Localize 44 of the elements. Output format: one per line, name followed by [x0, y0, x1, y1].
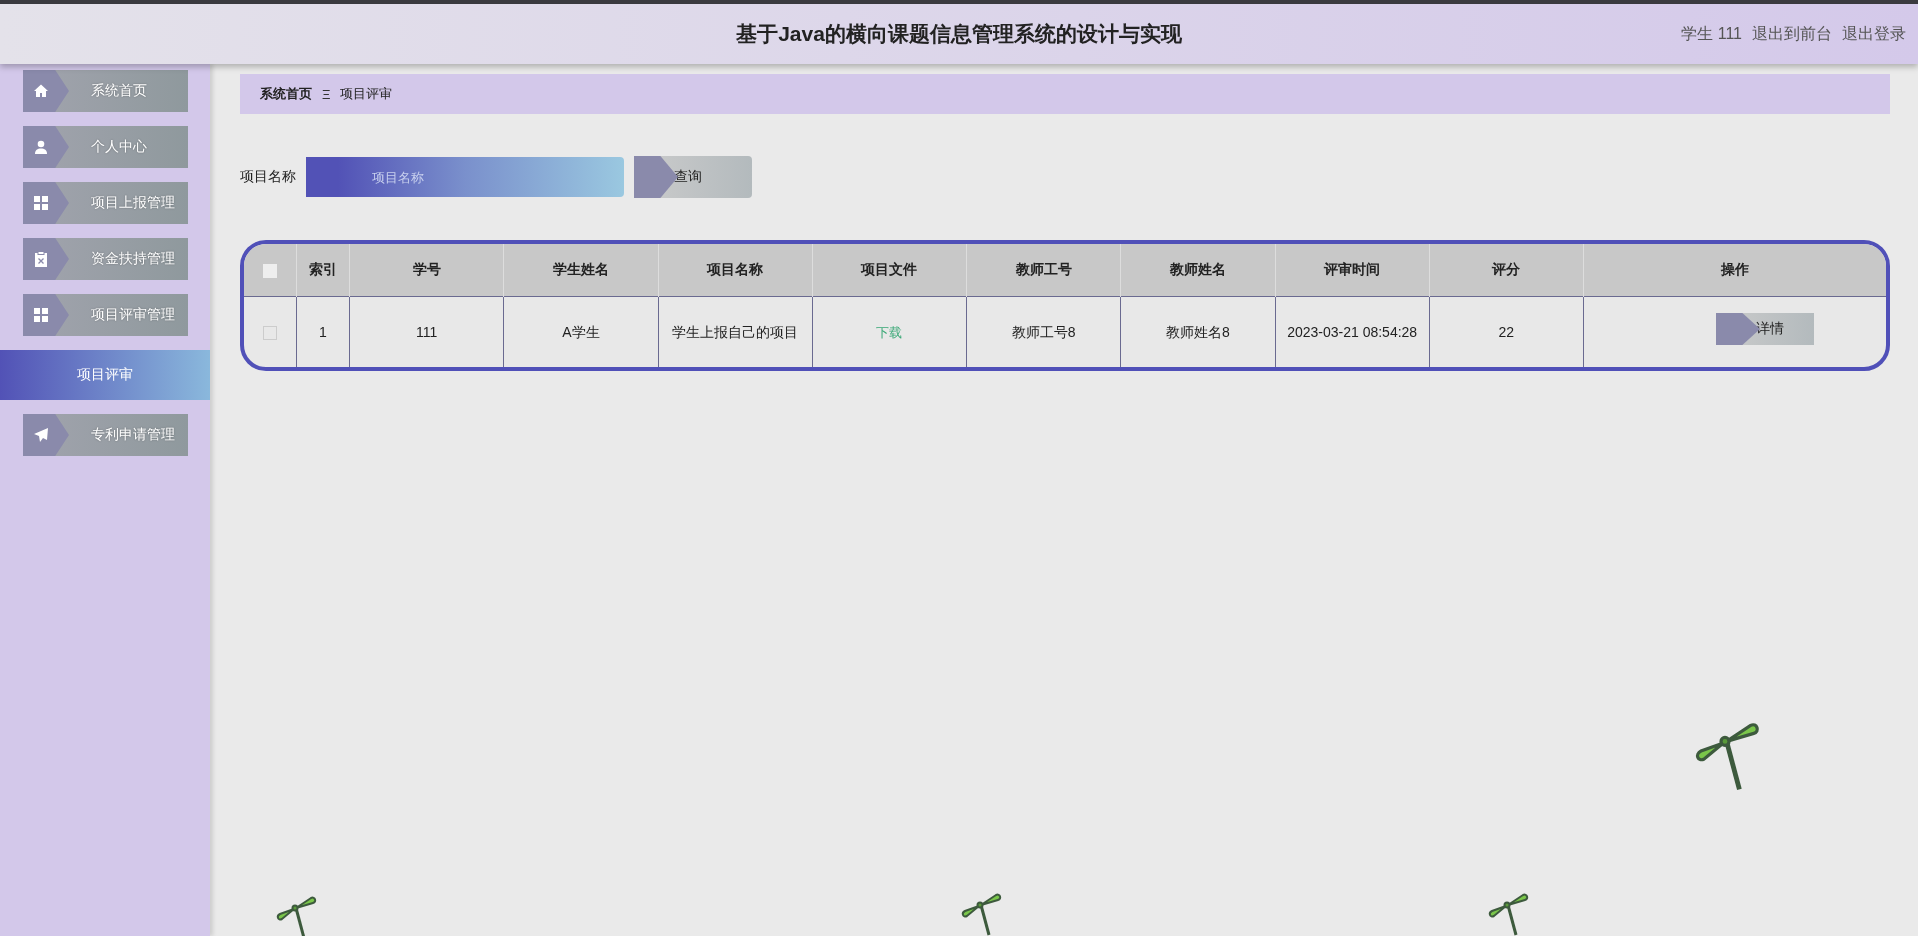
grid-icon: [33, 195, 49, 211]
sidebar-item[interactable]: 项目上报管理: [23, 182, 188, 224]
header-link[interactable]: 退出登录: [1842, 24, 1906, 45]
sidebar-item[interactable]: 专利申请管理: [23, 414, 188, 456]
column-header: 教师工号: [966, 244, 1121, 297]
breadcrumb-item[interactable]: 项目评审: [340, 85, 393, 103]
column-header: 学生姓名: [503, 244, 658, 297]
sidebar-item[interactable]: 项目评审管理: [23, 294, 188, 336]
table-cell: 教师工号8: [966, 296, 1121, 367]
site-title: 基于Java的横向课题信息管理系统的设计与实现: [736, 21, 1182, 47]
grid-icon: [33, 307, 49, 323]
breadcrumb-separator: Ξ: [322, 86, 331, 102]
search-button[interactable]: 查询: [634, 156, 752, 198]
column-header: 评分: [1429, 244, 1584, 297]
column-header: 教师姓名: [1120, 244, 1275, 297]
clipboard-icon: [33, 251, 49, 267]
send-icon: [33, 427, 49, 443]
table-cell: A学生: [503, 296, 658, 367]
table-cell: 111: [349, 296, 504, 367]
column-header: 索引: [296, 244, 350, 297]
search-field[interactable]: 项目名称: [306, 157, 624, 197]
column-header: 项目文件: [812, 244, 967, 297]
details-button[interactable]: 详情: [1716, 313, 1814, 345]
column-header: 操作: [1583, 244, 1886, 297]
table-cell: 22: [1429, 296, 1584, 367]
sidebar-item[interactable]: 个人中心: [23, 126, 188, 168]
field-label: 项目名称: [240, 168, 296, 186]
user-icon: [33, 139, 49, 155]
table-cell: 1: [296, 296, 350, 367]
user-name: 学生 111: [1681, 24, 1742, 44]
sidebar-subitem[interactable]: 项目评审: [0, 350, 210, 400]
table-cell: 2023-03-21 08:54:28: [1275, 296, 1430, 367]
sidebar-item[interactable]: 系统首页: [23, 70, 188, 112]
breadcrumb-item[interactable]: 系统首页: [260, 85, 312, 103]
home-icon: [33, 83, 49, 99]
column-header: 评审时间: [1275, 244, 1430, 297]
table-cell: 学生上报自己的项目: [658, 296, 813, 367]
header-link[interactable]: 退出到前台: [1752, 24, 1832, 45]
table-cell: 教师姓名8: [1120, 296, 1275, 367]
sidebar-item[interactable]: 资金扶持管理: [23, 238, 188, 280]
column-header: 学号: [349, 244, 504, 297]
column-header: 项目名称: [658, 244, 813, 297]
download-link[interactable]: 下载: [876, 324, 903, 340]
checkbox[interactable]: [263, 326, 277, 341]
